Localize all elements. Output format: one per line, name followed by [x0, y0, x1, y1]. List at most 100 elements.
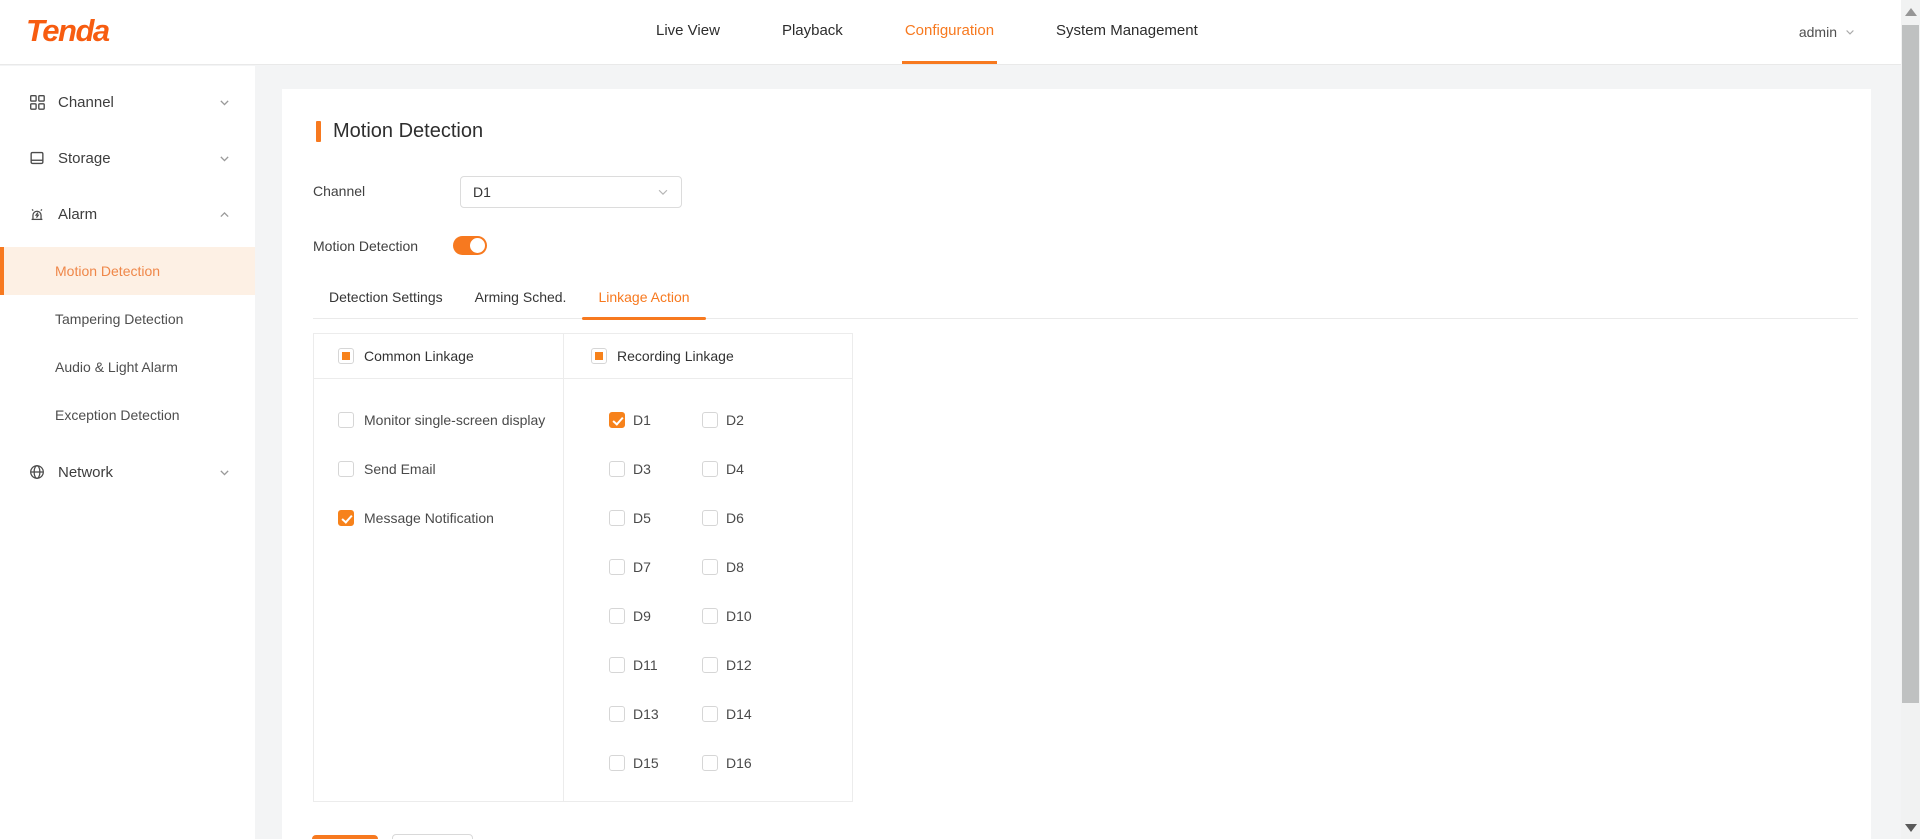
- channel-option-d13[interactable]: D13: [609, 704, 702, 724]
- checkbox[interactable]: [609, 706, 625, 722]
- sidebar-item-network[interactable]: Network: [0, 449, 255, 495]
- motion-detection-toggle[interactable]: [453, 236, 487, 255]
- nav-system-management[interactable]: System Management: [1025, 0, 1229, 64]
- channel-option-d16[interactable]: D16: [702, 753, 795, 773]
- common-linkage-header[interactable]: Common Linkage: [314, 334, 563, 379]
- checkbox-label: D11: [633, 657, 658, 673]
- checkbox-label: D10: [726, 608, 752, 624]
- checkbox[interactable]: [338, 461, 354, 477]
- channel-option-d9[interactable]: D9: [609, 606, 702, 626]
- checkbox-label: Message Notification: [364, 510, 494, 526]
- cancel-button[interactable]: [392, 834, 473, 839]
- title-accent-bar: [316, 121, 321, 142]
- checkbox[interactable]: [338, 412, 354, 428]
- channel-option-d11[interactable]: D11: [609, 655, 702, 675]
- checkbox[interactable]: [609, 755, 625, 771]
- checkbox-label: D9: [633, 608, 651, 624]
- checkbox-label: D2: [726, 412, 744, 428]
- sidebar-item-exception-detection[interactable]: Exception Detection: [0, 391, 255, 439]
- sidebar-item-motion-detection[interactable]: Motion Detection: [0, 247, 255, 295]
- sidebar-item-channel[interactable]: Channel: [0, 79, 255, 125]
- checkbox-label: D13: [633, 706, 659, 722]
- channel-row: D5 D6: [609, 508, 852, 528]
- channel-option-d15[interactable]: D15: [609, 753, 702, 773]
- channel-option-d14[interactable]: D14: [702, 704, 795, 724]
- checkbox[interactable]: [609, 657, 625, 673]
- channel-option-d5[interactable]: D5: [609, 508, 702, 528]
- recording-linkage-header[interactable]: Recording Linkage: [564, 334, 852, 379]
- checkbox[interactable]: [702, 755, 718, 771]
- channel-option-d6[interactable]: D6: [702, 508, 795, 528]
- globe-icon: [28, 463, 46, 481]
- checkbox-label: D1: [633, 412, 651, 428]
- sidebar-item-storage[interactable]: Storage: [0, 135, 255, 181]
- scrollbar-thumb[interactable]: [1902, 25, 1919, 703]
- channel-option-d2[interactable]: D2: [702, 410, 795, 430]
- recording-linkage-checkbox[interactable]: [591, 348, 607, 364]
- user-menu[interactable]: admin: [1799, 0, 1856, 64]
- vertical-scrollbar[interactable]: [1901, 0, 1920, 839]
- scroll-down-arrow[interactable]: [1901, 824, 1920, 832]
- checkbox-label: D15: [633, 755, 659, 771]
- channel-option-d3[interactable]: D3: [609, 459, 702, 479]
- tab-detection-settings[interactable]: Detection Settings: [313, 289, 459, 318]
- alarm-bell-icon: [28, 205, 46, 223]
- checkbox[interactable]: [702, 657, 718, 673]
- sidebar-item-tampering-detection[interactable]: Tampering Detection: [0, 295, 255, 343]
- channel-select[interactable]: D1: [460, 176, 682, 208]
- checkbox[interactable]: [609, 608, 625, 624]
- checkbox-label: Monitor single-screen display: [364, 412, 546, 428]
- channel-option-d12[interactable]: D12: [702, 655, 795, 675]
- checkbox-label: D4: [726, 461, 744, 477]
- page-title: Motion Detection: [316, 120, 483, 143]
- toggle-knob: [470, 238, 485, 253]
- common-linkage-title: Common Linkage: [364, 348, 474, 364]
- channel-row: D11 D12: [609, 655, 852, 675]
- checkbox[interactable]: [702, 510, 718, 526]
- user-name: admin: [1798, 24, 1837, 40]
- checkbox-label: D7: [633, 559, 651, 575]
- checkbox[interactable]: [702, 608, 718, 624]
- sidebar-item-audio-light-alarm[interactable]: Audio & Light Alarm: [0, 343, 255, 391]
- checkbox[interactable]: [338, 510, 354, 526]
- checkbox-label: D8: [726, 559, 744, 575]
- channel-select-value: D1: [473, 184, 491, 200]
- linkage-option-send-email[interactable]: Send Email: [338, 459, 563, 479]
- nav-configuration[interactable]: Configuration: [874, 0, 1025, 64]
- linkage-option-message-notification[interactable]: Message Notification: [338, 508, 563, 528]
- channel-option-d10[interactable]: D10: [702, 606, 795, 626]
- checkbox[interactable]: [609, 559, 625, 575]
- checkbox[interactable]: [609, 510, 625, 526]
- checkbox-label: D6: [726, 510, 744, 526]
- chevron-down-icon: [218, 152, 231, 165]
- nav-live-view[interactable]: Live View: [625, 0, 751, 64]
- tab-arming-sched[interactable]: Arming Sched.: [459, 289, 583, 318]
- linkage-option-monitor-single-screen-display[interactable]: Monitor single-screen display: [338, 410, 563, 430]
- checkbox-label: D12: [726, 657, 752, 673]
- tenda-logo: Tenda: [26, 13, 110, 48]
- checkbox[interactable]: [702, 559, 718, 575]
- nav-playback[interactable]: Playback: [751, 0, 874, 64]
- channel-label: Channel: [313, 183, 366, 199]
- checkbox-label: D5: [633, 510, 651, 526]
- checkbox[interactable]: [702, 412, 718, 428]
- checkbox[interactable]: [609, 461, 625, 477]
- common-linkage-checkbox[interactable]: [338, 348, 354, 364]
- scroll-up-arrow[interactable]: [1901, 8, 1920, 16]
- save-button[interactable]: [312, 835, 378, 839]
- recording-linkage-body: D1 D2 D3 D4 D5 D6 D7 D8 D9 D10 D11 D12 D13 D14 D15 D16: [564, 379, 852, 773]
- checkbox[interactable]: [702, 706, 718, 722]
- tab-linkage-action[interactable]: Linkage Action: [582, 289, 706, 320]
- channel-option-d7[interactable]: D7: [609, 557, 702, 577]
- common-linkage-body: Monitor single-screen display Send Email M…: [314, 379, 563, 528]
- checkbox[interactable]: [702, 461, 718, 477]
- channel-option-d4[interactable]: D4: [702, 459, 795, 479]
- channel-option-d1[interactable]: D1: [609, 410, 702, 430]
- channel-option-d8[interactable]: D8: [702, 557, 795, 577]
- storage-disk-icon: [28, 149, 46, 167]
- sidebar-item-alarm[interactable]: Alarm: [0, 191, 255, 237]
- checkbox-label: D16: [726, 755, 752, 771]
- app-header: Tenda Live View Playback Configuration Syst…: [0, 0, 1920, 65]
- chevron-up-icon: [218, 208, 231, 221]
- checkbox[interactable]: [609, 412, 625, 428]
